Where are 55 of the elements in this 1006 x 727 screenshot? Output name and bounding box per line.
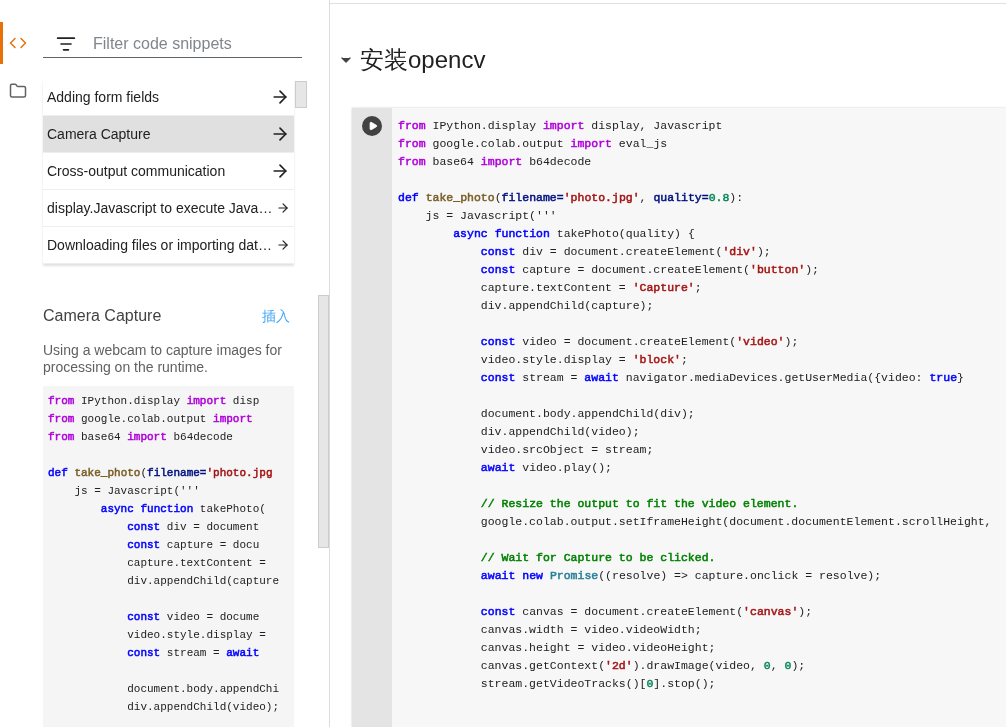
code-line: js = Javascript(''': [424, 208, 557, 224]
code-line: capture.textContent = 'Capture';: [479, 280, 702, 296]
code-line: def take_photo(filename='photo.jpg: [48, 466, 273, 481]
filter-field[interactable]: Filter code snippets: [93, 31, 293, 56]
code-line: const capture = docu: [126, 538, 260, 553]
code-line: video.srcObject = stream;: [479, 442, 654, 458]
code-line: video.style.display =: [126, 628, 266, 643]
code-line: div.appendChild(capture);: [479, 298, 654, 314]
code-line: async function takePhoto(quality) {: [452, 226, 695, 242]
code-line: stream.getVideoTracks()[0].stop();: [479, 676, 716, 692]
section-heading: 安装opencv: [360, 45, 486, 75]
code-line: document.body.appendChi: [126, 682, 280, 697]
scrollbar[interactable]: [295, 81, 307, 108]
snippet-description: Using a webcam to capture images for processing on the runtime.: [43, 342, 283, 376]
code-line: div.appendChild(video);: [126, 700, 280, 715]
snippet-item[interactable]: Cross-output communication: [43, 153, 294, 190]
code-line: capture.textContent =: [126, 556, 266, 571]
code-line: const video = document.createElement('video');: [479, 334, 799, 350]
code-line: video.style.display = 'block';: [479, 352, 688, 368]
code-line: const stream = await navigator.mediaDevices.getUserMedia({video: true}: [479, 370, 964, 386]
code-line: from google.colab.output import eval_js: [398, 136, 668, 152]
code-line: const canvas = document.createElement('canvas');: [479, 604, 813, 620]
code-line: def take_photo(filename='photo.jpg', quality=0.8):: [398, 190, 744, 206]
snippet-item[interactable]: Downloading files or importing dat…: [43, 227, 294, 264]
code-line: from base64 import b64decode: [398, 154, 592, 170]
code-line: await new Promise((resolve) => capture.onclick = resolve);: [479, 568, 882, 584]
code-line: from base64 import b64decode: [48, 430, 233, 445]
code-line: js = Javascript(''': [73, 484, 200, 499]
code-line: await video.play();: [479, 460, 612, 476]
code-line: from google.colab.output import: [48, 412, 253, 427]
snippet-item[interactable]: display.Javascript to execute Java…: [43, 190, 294, 227]
code-line: google.colab.output.setIframeHeight(document.documentElement.scrollHeight,: [479, 514, 992, 530]
folder-icon: [9, 82, 27, 100]
run-button[interactable]: [362, 116, 382, 136]
code-line: from IPython.display import disp: [48, 394, 260, 409]
code-line: canvas.getContext('2d').drawImage(video, 0, 0);: [479, 658, 806, 674]
code-line: document.body.appendChild(div);: [479, 406, 695, 422]
code-line: const capture = document.createElement('button');: [479, 262, 819, 278]
scrollbar[interactable]: [318, 295, 329, 548]
code-line: const stream = await: [126, 646, 260, 661]
code-line: canvas.width = video.videoWidth;: [479, 622, 702, 638]
snippet-item[interactable]: Camera Capture: [43, 116, 294, 153]
code-line: async function takePhoto(: [99, 502, 266, 517]
code-line: // Wait for Capture to be clicked.: [479, 550, 716, 566]
code-line: div.appendChild(video);: [479, 424, 640, 440]
code-line: // Resize the output to fit the video element.: [479, 496, 799, 512]
code-line: const video = docume: [126, 610, 260, 625]
code-line: from IPython.display import display, Javascript: [398, 118, 723, 134]
code-line: const div = document: [126, 520, 260, 535]
play-icon: [367, 121, 378, 131]
snippet-item[interactable]: Adding form fields: [43, 79, 294, 116]
snippet-title: Camera Capture: [43, 306, 162, 326]
code-line: div.appendChild(capture: [126, 574, 280, 589]
code-line: const div = document.createElement('div');: [479, 244, 771, 260]
code-line: canvas.height = video.videoHeight;: [479, 640, 716, 656]
